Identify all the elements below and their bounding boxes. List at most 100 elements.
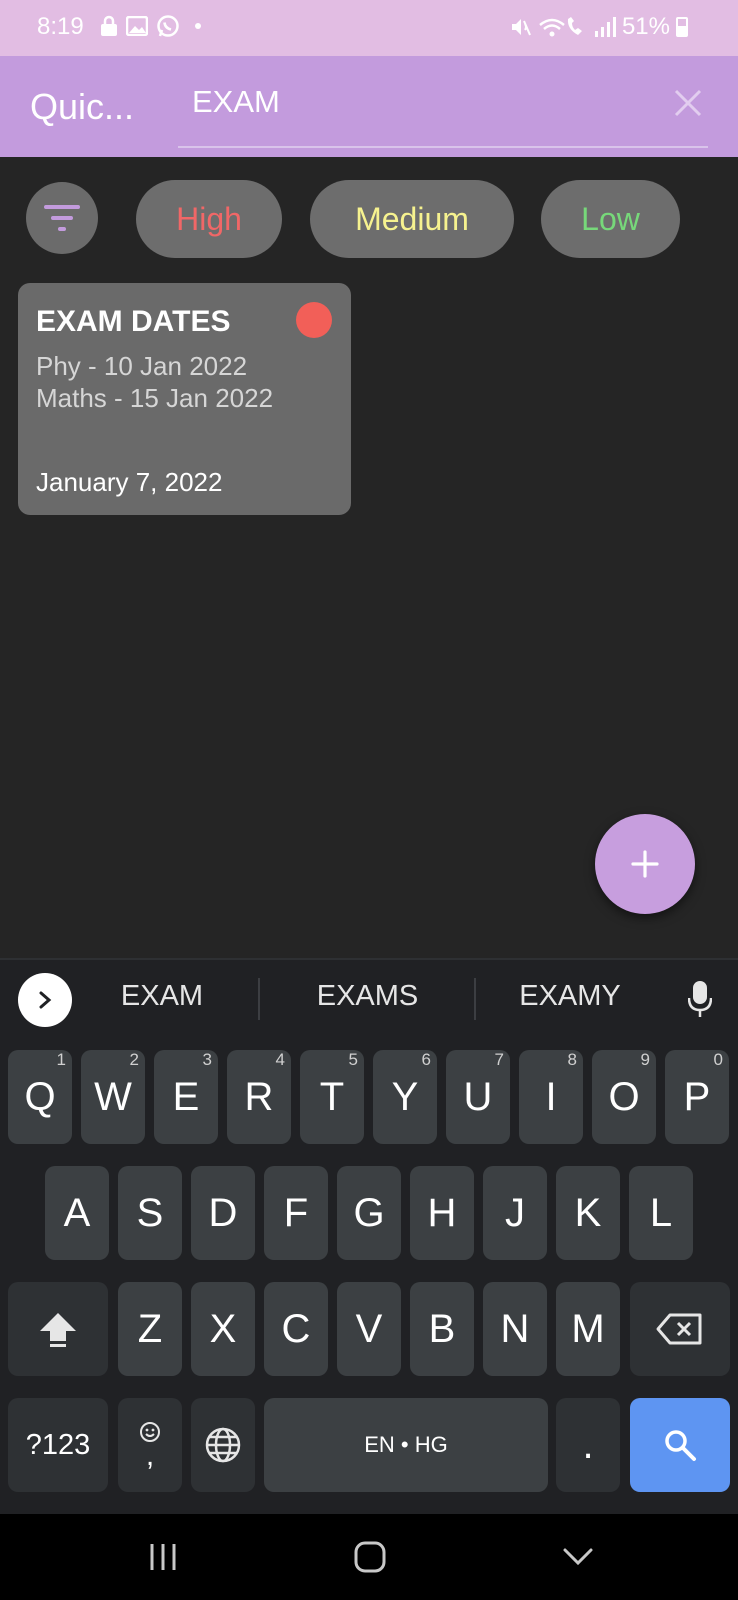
- priority-chip-low[interactable]: Low: [541, 180, 680, 258]
- navigation-bar: [0, 1514, 738, 1600]
- key-label: U: [463, 1074, 493, 1119]
- language-key[interactable]: [191, 1398, 255, 1492]
- image-icon: [126, 16, 148, 36]
- search-icon: [665, 1430, 696, 1461]
- key-label: Y: [391, 1074, 419, 1119]
- comma-label: ,: [145, 1439, 155, 1472]
- note-title: EXAM DATES: [36, 305, 231, 338]
- search-box[interactable]: [178, 56, 708, 148]
- search-input[interactable]: [192, 80, 632, 124]
- key-h[interactable]: H: [410, 1166, 474, 1260]
- mic-icon[interactable]: [688, 980, 712, 1018]
- battery-percent: 51%: [621, 13, 670, 40]
- key-q[interactable]: Q1: [8, 1050, 72, 1144]
- suggestion-divider: [474, 978, 476, 1020]
- suggestion[interactable]: EXAMS: [290, 980, 445, 1013]
- toolbar-toggle-button[interactable]: [18, 973, 72, 1027]
- key-z[interactable]: Z: [118, 1282, 182, 1376]
- key-label: W: [94, 1074, 132, 1119]
- key-label: R: [244, 1074, 274, 1119]
- key-w[interactable]: W2: [81, 1050, 145, 1144]
- key-label: P: [683, 1074, 711, 1119]
- note-card[interactable]: EXAM DATES Phy - 10 Jan 2022 Maths - 15 …: [18, 283, 351, 515]
- whatsapp-icon: [157, 15, 179, 37]
- key-p[interactable]: P0: [665, 1050, 729, 1144]
- key-g[interactable]: G: [337, 1166, 401, 1260]
- priority-chip-high[interactable]: High: [136, 180, 282, 258]
- key-n[interactable]: N: [483, 1282, 547, 1376]
- key-j[interactable]: J: [483, 1166, 547, 1260]
- key-m[interactable]: M: [556, 1282, 620, 1376]
- globe-icon: [205, 1427, 241, 1463]
- backspace-key[interactable]: [630, 1282, 730, 1376]
- key-b[interactable]: B: [410, 1282, 474, 1376]
- key-u[interactable]: U7: [446, 1050, 510, 1144]
- key-c[interactable]: C: [264, 1282, 328, 1376]
- status-time: 8:19: [37, 13, 84, 40]
- key-t[interactable]: T5: [300, 1050, 364, 1144]
- add-note-button[interactable]: [595, 814, 695, 914]
- wifi-call-icon: [539, 17, 582, 37]
- key-f[interactable]: F: [264, 1166, 328, 1260]
- priority-chip-medium[interactable]: Medium: [310, 180, 514, 258]
- note-date: January 7, 2022: [36, 467, 223, 497]
- status-icons-left: [100, 14, 204, 38]
- note-body-line: Phy - 10 Jan 2022: [36, 351, 248, 381]
- chevron-right-icon: [39, 991, 52, 1009]
- shift-icon: [40, 1313, 76, 1347]
- back-icon[interactable]: [562, 1546, 594, 1568]
- mute-icon: [511, 19, 531, 36]
- key-hint: 2: [129, 1050, 139, 1069]
- battery-icon: [676, 17, 688, 37]
- key-x[interactable]: X: [191, 1282, 255, 1376]
- suggestion-bar: EXAM EXAMS EXAMY: [0, 960, 738, 1038]
- key-hint: 8: [567, 1050, 577, 1069]
- key-label: I: [545, 1074, 557, 1119]
- search-key[interactable]: [630, 1398, 730, 1492]
- plus-icon: [631, 850, 659, 878]
- key-e[interactable]: E3: [154, 1050, 218, 1144]
- note-body-line: Maths - 15 Jan 2022: [36, 383, 274, 413]
- key-label: Q: [24, 1074, 56, 1119]
- status-icons-right: 51%: [508, 13, 688, 41]
- key-s[interactable]: S: [118, 1166, 182, 1260]
- filter-button[interactable]: [26, 182, 98, 254]
- signal-icon: [594, 17, 616, 37]
- lock-icon: [101, 15, 117, 36]
- dot-icon: [195, 23, 201, 29]
- comma-key[interactable]: ,: [118, 1398, 182, 1492]
- key-label: E: [172, 1074, 200, 1119]
- home-icon[interactable]: [354, 1541, 386, 1573]
- key-label: T: [319, 1074, 345, 1119]
- key-v[interactable]: V: [337, 1282, 401, 1376]
- key-hint: 3: [202, 1050, 212, 1069]
- recents-icon[interactable]: [148, 1542, 178, 1572]
- key-k[interactable]: K: [556, 1166, 620, 1260]
- key-hint: 0: [713, 1050, 723, 1069]
- close-icon[interactable]: [673, 88, 703, 118]
- shift-key[interactable]: [8, 1282, 108, 1376]
- key-i[interactable]: I8: [519, 1050, 583, 1144]
- suggestion[interactable]: EXAMY: [490, 980, 650, 1013]
- symbols-key[interactable]: ?123: [8, 1398, 108, 1492]
- key-l[interactable]: L: [629, 1166, 693, 1260]
- key-hint: 9: [640, 1050, 650, 1069]
- key-hint: 7: [494, 1050, 504, 1069]
- key-r[interactable]: R4: [227, 1050, 291, 1144]
- key-hint: 1: [56, 1050, 66, 1069]
- period-key[interactable]: .: [556, 1398, 620, 1492]
- key-hint: 6: [421, 1050, 431, 1069]
- key-y[interactable]: Y6: [373, 1050, 437, 1144]
- app-bar: Quic...: [0, 56, 738, 157]
- suggestion[interactable]: EXAM: [82, 980, 242, 1013]
- key-hint: 4: [275, 1050, 285, 1069]
- key-label: O: [608, 1074, 640, 1119]
- key-o[interactable]: O9: [592, 1050, 656, 1144]
- filter-icon: [44, 205, 80, 231]
- space-key[interactable]: EN • HG: [264, 1398, 548, 1492]
- key-d[interactable]: D: [191, 1166, 255, 1260]
- suggestion-divider: [258, 978, 260, 1020]
- keyboard: EXAM EXAMS EXAMY Q1 W2 E3 R4 T5 Y6 U7 I8…: [0, 958, 738, 1514]
- key-a[interactable]: A: [45, 1166, 109, 1260]
- app-title: Quic...: [30, 86, 135, 127]
